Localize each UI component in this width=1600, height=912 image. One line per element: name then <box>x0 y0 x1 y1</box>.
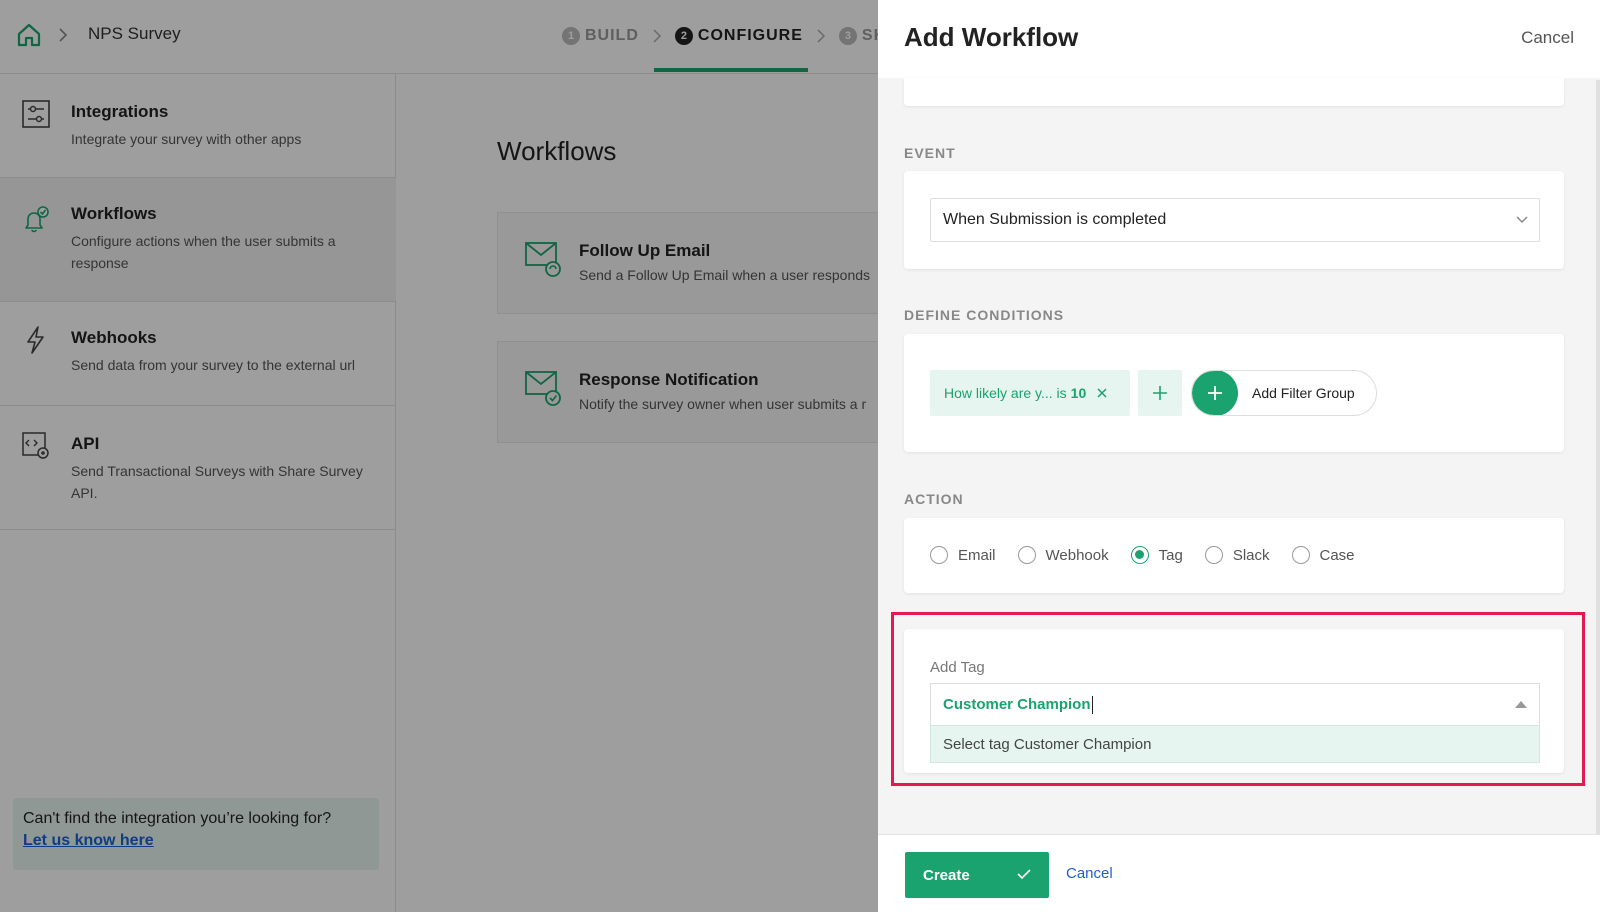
header-cancel-button[interactable]: Cancel <box>1521 28 1574 48</box>
radio-label: Webhook <box>1045 546 1109 564</box>
radio-label: Slack <box>1232 546 1270 564</box>
radio-tag[interactable]: Tag <box>1130 546 1183 564</box>
radio-button[interactable] <box>1204 546 1223 564</box>
modal-overlay[interactable] <box>0 0 878 912</box>
radio-slack[interactable]: Slack <box>1204 546 1270 564</box>
conditions-section-label: DEFINE CONDITIONS <box>904 307 1065 323</box>
check-icon <box>1017 869 1031 880</box>
action-panel: Email Webhook Tag Slack Case <box>904 518 1564 593</box>
add-filter-group-button[interactable]: Add Filter Group <box>1191 370 1377 416</box>
chevron-down-icon <box>1516 216 1528 224</box>
radio-label: Email <box>958 546 996 564</box>
condition-chip[interactable]: How likely are y... is 10 <box>930 370 1130 416</box>
add-filter-group-label: Add Filter Group <box>1252 385 1355 401</box>
event-select-value: When Submission is completed <box>943 211 1167 228</box>
highlight-box <box>891 612 1585 786</box>
drawer-title: Add Workflow <box>904 22 1079 52</box>
radio-button[interactable] <box>1017 546 1036 564</box>
action-section-label: ACTION <box>904 491 964 507</box>
radio-case[interactable]: Case <box>1291 546 1355 564</box>
add-condition-button[interactable] <box>1138 370 1182 416</box>
name-panel <box>904 78 1564 106</box>
condition-chip-text: How likely are y... is <box>944 385 1067 401</box>
event-section-label: EVENT <box>904 145 956 161</box>
plus-icon <box>1153 386 1167 400</box>
drawer-header: Add Workflow Cancel <box>878 0 1600 78</box>
footer-cancel-button[interactable]: Cancel <box>1066 865 1113 882</box>
radio-button-checked[interactable] <box>1130 546 1149 564</box>
radio-label: Case <box>1319 546 1355 564</box>
event-panel: When Submission is completed <box>904 171 1564 269</box>
condition-chip-value: 10 <box>1070 385 1087 401</box>
radio-email[interactable]: Email <box>930 546 996 564</box>
action-radio-group: Email Webhook Tag Slack Case <box>930 546 1377 564</box>
close-icon[interactable] <box>1096 387 1108 399</box>
plus-icon <box>1192 371 1238 415</box>
event-select[interactable]: When Submission is completed <box>930 198 1540 242</box>
create-button-label: Create <box>923 866 970 884</box>
drawer-footer: Create Cancel <box>878 834 1600 912</box>
create-button[interactable]: Create <box>905 852 1049 898</box>
drawer-scrollbar[interactable] <box>1596 80 1600 840</box>
conditions-panel: How likely are y... is 10 Add Filter Gro… <box>904 334 1564 452</box>
radio-button[interactable] <box>930 546 948 564</box>
radio-label: Tag <box>1158 546 1183 564</box>
radio-button[interactable] <box>1291 546 1310 564</box>
radio-webhook[interactable]: Webhook <box>1017 546 1109 564</box>
